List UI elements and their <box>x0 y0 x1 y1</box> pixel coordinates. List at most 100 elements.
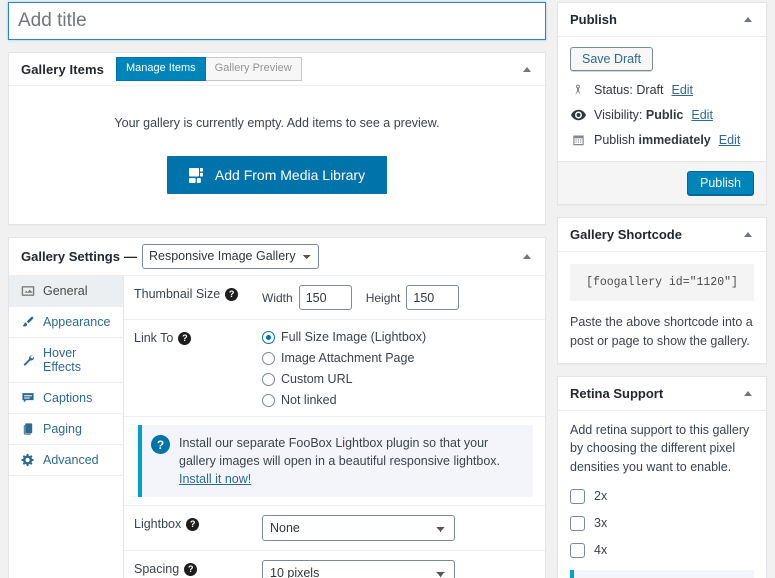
publish-visibility-text: Visibility: Public <box>594 108 683 122</box>
retina-description: Add retina support to this gallery by ch… <box>570 421 754 477</box>
thumbnail-size-label: Thumbnail Size <box>134 287 220 301</box>
settings-tab-appearance[interactable]: Appearance <box>9 307 123 338</box>
checkbox-label: 2x <box>594 489 607 503</box>
help-icon[interactable]: ? <box>225 288 238 301</box>
gallery-items-toggle[interactable] <box>517 59 537 79</box>
main-column: Gallery Items Manage Items Gallery Previ… <box>8 2 546 578</box>
shortcode-header: Gallery Shortcode <box>558 218 766 252</box>
thumbnail-width-input[interactable] <box>299 285 352 310</box>
checkbox-label: 3x <box>594 516 607 530</box>
publish-button[interactable]: Publish <box>687 171 754 195</box>
shortcode-value[interactable]: [foogallery id="1120"] <box>570 264 754 301</box>
field-spacing: Spacing ? 10 pixels <box>124 551 545 578</box>
radio-image-attachment-page[interactable]: Image Attachment Page <box>262 351 426 365</box>
gallery-items-body: Your gallery is currently empty. Add ite… <box>9 86 545 224</box>
lightbox-controls: None <box>262 515 533 541</box>
lightbox-select[interactable]: None <box>262 515 455 541</box>
retina-checkbox-4x[interactable]: 4x <box>570 543 754 558</box>
caret-up-icon <box>523 254 531 259</box>
edit-status-link[interactable]: Edit <box>671 83 693 97</box>
checkbox-label: 4x <box>594 543 607 557</box>
publish-status-text: Status: Draft <box>594 83 663 97</box>
caret-up-icon <box>523 67 531 72</box>
retina-panel: Retina Support Add retina support to thi… <box>557 376 767 578</box>
width-label: Width <box>262 291 293 305</box>
publish-visibility-row: Visibility: Public Edit <box>570 108 754 122</box>
brush-icon <box>21 315 35 329</box>
settings-tab-hover-effects[interactable]: Hover Effects <box>9 338 123 383</box>
retina-toggle[interactable] <box>738 383 758 403</box>
edit-visibility-link[interactable]: Edit <box>691 108 713 122</box>
settings-tab-label: Hover Effects <box>43 346 115 374</box>
checkbox-indicator <box>570 543 585 558</box>
visibility-prefix: Visibility: <box>594 108 646 122</box>
spacing-label-wrap: Spacing ? <box>134 560 262 576</box>
gallery-template-select[interactable]: Responsive Image Gallery <box>142 244 319 269</box>
gallery-items-panel: Gallery Items Manage Items Gallery Previ… <box>8 52 546 225</box>
visibility-value: Public <box>646 108 684 122</box>
foobox-notice-row: ? Install our separate FooBox Lightbox p… <box>124 417 545 506</box>
settings-tab-paging[interactable]: Paging <box>9 414 123 445</box>
settings-tab-label: General <box>43 284 87 298</box>
foobox-notice: ? Install our separate FooBox Lightbox p… <box>138 425 533 497</box>
tab-manage-items[interactable]: Manage Items <box>116 57 206 80</box>
gallery-settings-toggle[interactable] <box>517 247 537 267</box>
retina-checkbox-3x[interactable]: 3x <box>570 516 754 531</box>
link-to-controls: Full Size Image (Lightbox) Image Attachm… <box>262 329 533 407</box>
radio-full-size-image[interactable]: Full Size Image (Lightbox) <box>262 330 426 344</box>
shortcode-title: Gallery Shortcode <box>570 227 682 242</box>
settings-panel-general: Thumbnail Size ? Width Height <box>124 276 545 578</box>
spacing-select[interactable]: 10 pixels <box>262 560 455 578</box>
publish-body: Save Draft Status: Draft Edit <box>558 37 766 161</box>
retina-note: PLEASE NOTE : thumbnails will be generat… <box>570 570 754 578</box>
gallery-title-input[interactable] <box>8 2 546 40</box>
shortcode-toggle[interactable] <box>738 225 758 245</box>
help-icon[interactable]: ? <box>178 332 191 345</box>
lightbox-label: Lightbox <box>134 517 181 531</box>
radio-indicator <box>262 394 275 407</box>
radio-label: Custom URL <box>281 372 353 386</box>
field-lightbox: Lightbox ? None <box>124 506 545 551</box>
retina-body: Add retina support to this gallery by ch… <box>558 411 766 578</box>
thumbnail-size-label-wrap: Thumbnail Size ? <box>134 285 262 301</box>
settings-tab-advanced[interactable]: Advanced <box>9 445 123 476</box>
publish-footer: Publish <box>558 161 766 204</box>
help-icon[interactable]: ? <box>186 518 199 531</box>
publish-title: Publish <box>570 12 617 27</box>
radio-indicator <box>262 352 275 365</box>
radio-indicator <box>262 331 275 344</box>
add-from-media-library-button[interactable]: Add From Media Library <box>167 156 387 194</box>
shortcode-panel: Gallery Shortcode [foogallery id="1120"]… <box>557 217 767 364</box>
radio-custom-url[interactable]: Custom URL <box>262 372 426 386</box>
settings-tab-label: Appearance <box>43 315 110 329</box>
height-label: Height <box>366 291 401 305</box>
foobox-notice-text-wrap: Install our separate FooBox Lightbox plu… <box>179 434 523 488</box>
help-icon[interactable]: ? <box>184 563 197 576</box>
gallery-settings-title: Gallery Settings <box>21 249 120 264</box>
image-icon <box>21 284 35 298</box>
foobox-install-link[interactable]: Install it now! <box>179 472 251 486</box>
shortcode-note: Paste the above shortcode into a post or… <box>570 313 754 351</box>
settings-tab-general[interactable]: General <box>9 276 123 307</box>
publish-status-rows: Status: Draft Edit Visibility: Public Ed… <box>570 83 754 147</box>
settings-tab-label: Paging <box>43 422 82 436</box>
book-icon <box>21 422 35 436</box>
calendar-icon <box>570 133 586 147</box>
link-to-label: Link To <box>134 331 173 345</box>
save-draft-button[interactable]: Save Draft <box>570 47 653 71</box>
radio-not-linked[interactable]: Not linked <box>262 393 426 407</box>
publish-toggle[interactable] <box>738 10 758 30</box>
tab-gallery-preview[interactable]: Gallery Preview <box>206 57 302 80</box>
radio-label: Full Size Image (Lightbox) <box>281 330 426 344</box>
field-link-to: Link To ? Full Size Image (Lightbox) <box>124 320 545 417</box>
thumbnail-height-input[interactable] <box>406 285 459 310</box>
spacing-controls: 10 pixels <box>262 560 533 578</box>
retina-checkbox-2x[interactable]: 2x <box>570 489 754 504</box>
publish-panel: Publish Save Draft Status: Draft <box>557 2 767 205</box>
settings-tab-captions[interactable]: Captions <box>9 383 123 414</box>
edit-schedule-link[interactable]: Edit <box>719 133 741 147</box>
field-thumbnail-size: Thumbnail Size ? Width Height <box>124 276 545 320</box>
gallery-settings-panel: Gallery Settings — Responsive Image Gall… <box>8 237 546 578</box>
shortcode-body: [foogallery id="1120"] Paste the above s… <box>558 252 766 363</box>
thumbnail-size-controls: Width Height <box>262 285 533 310</box>
